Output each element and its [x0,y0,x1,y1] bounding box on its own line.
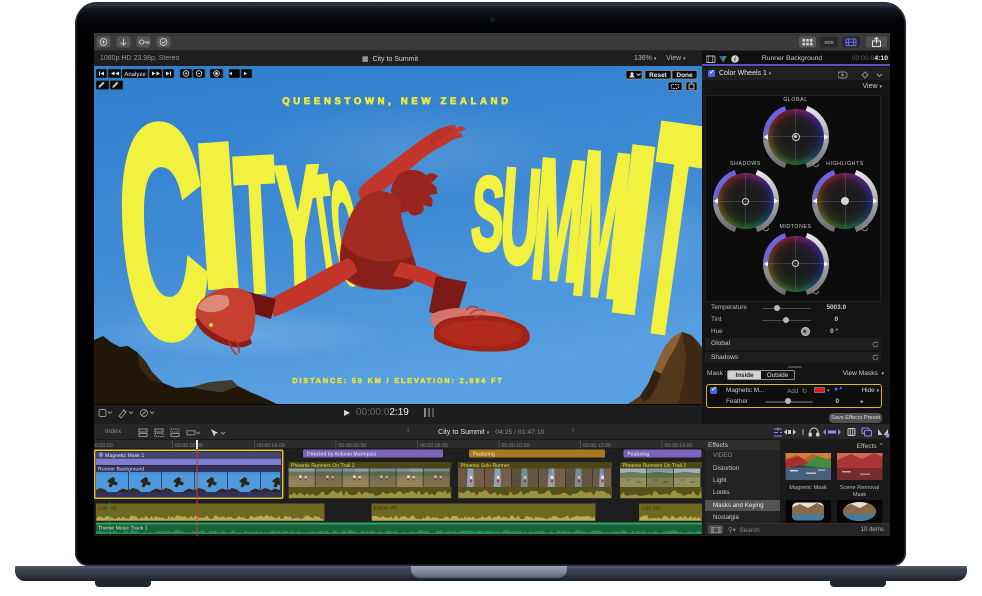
svg-text:Featuring: Featuring [628,452,650,458]
svg-text:Phoenix Runners On Trail 2: Phoenix Runners On Trail 2 [623,463,687,469]
svg-text:Directed by Antonio Marriquez: Directed by Antonio Marriquez [307,452,377,458]
svg-text:Magnetic Mask 1: Magnetic Mask 1 [105,453,144,459]
svg-text:QUEENSTOWN, NEW ZEALAND: QUEENSTOWN, NEW ZEALAND [282,96,512,107]
svg-text:DISTANCE: 50 KM / ELEVATION: 2: DISTANCE: 50 KM / ELEVATION: 2,894 FT [292,376,503,385]
svg-text:Theme Music Track 1: Theme Music Track 1 [98,526,148,532]
svg-text:00:00:10:00: 00:00:10:00 [502,443,530,449]
svg-text:SDR: SDR [824,40,834,45]
svg-text:00:00:02:00: 00:00:02:00 [175,443,203,449]
svg-text:00:00:08:00: 00:00:08:00 [420,443,448,449]
svg-text:Luis VO: Luis VO [98,506,116,512]
svg-text:00:00:04:00: 00:00:04:00 [257,443,285,449]
svg-text:0:00:00: 0:00:00 [95,443,113,449]
svg-text:Scene Removal: Scene Removal [840,484,880,491]
svg-text:Done: Done [676,72,693,79]
svg-text:00:00:12:00: 00:00:12:00 [583,443,611,449]
svg-text:Phoenix Solo Runner: Phoenix Solo Runner [461,463,510,469]
svg-text:Luis VO: Luis VO [642,506,660,512]
svg-text:Runner Background: Runner Background [98,467,144,473]
svg-text:Reset: Reset [649,72,668,79]
svg-text:00:00:14:00: 00:00:14:00 [665,443,693,449]
svg-text:Featuring: Featuring [473,452,495,458]
svg-text:Phoenix Runners On Trail 2: Phoenix Runners On Trail 2 [291,463,355,469]
svg-text:Analyze: Analyze [124,71,146,78]
svg-text:00:00:06:00: 00:00:06:00 [339,443,367,449]
svg-text:Mask: Mask [853,491,867,498]
svg-text:Magnetic Mask: Magnetic Mask [789,484,827,491]
svg-text:Elisha VO: Elisha VO [374,506,397,512]
